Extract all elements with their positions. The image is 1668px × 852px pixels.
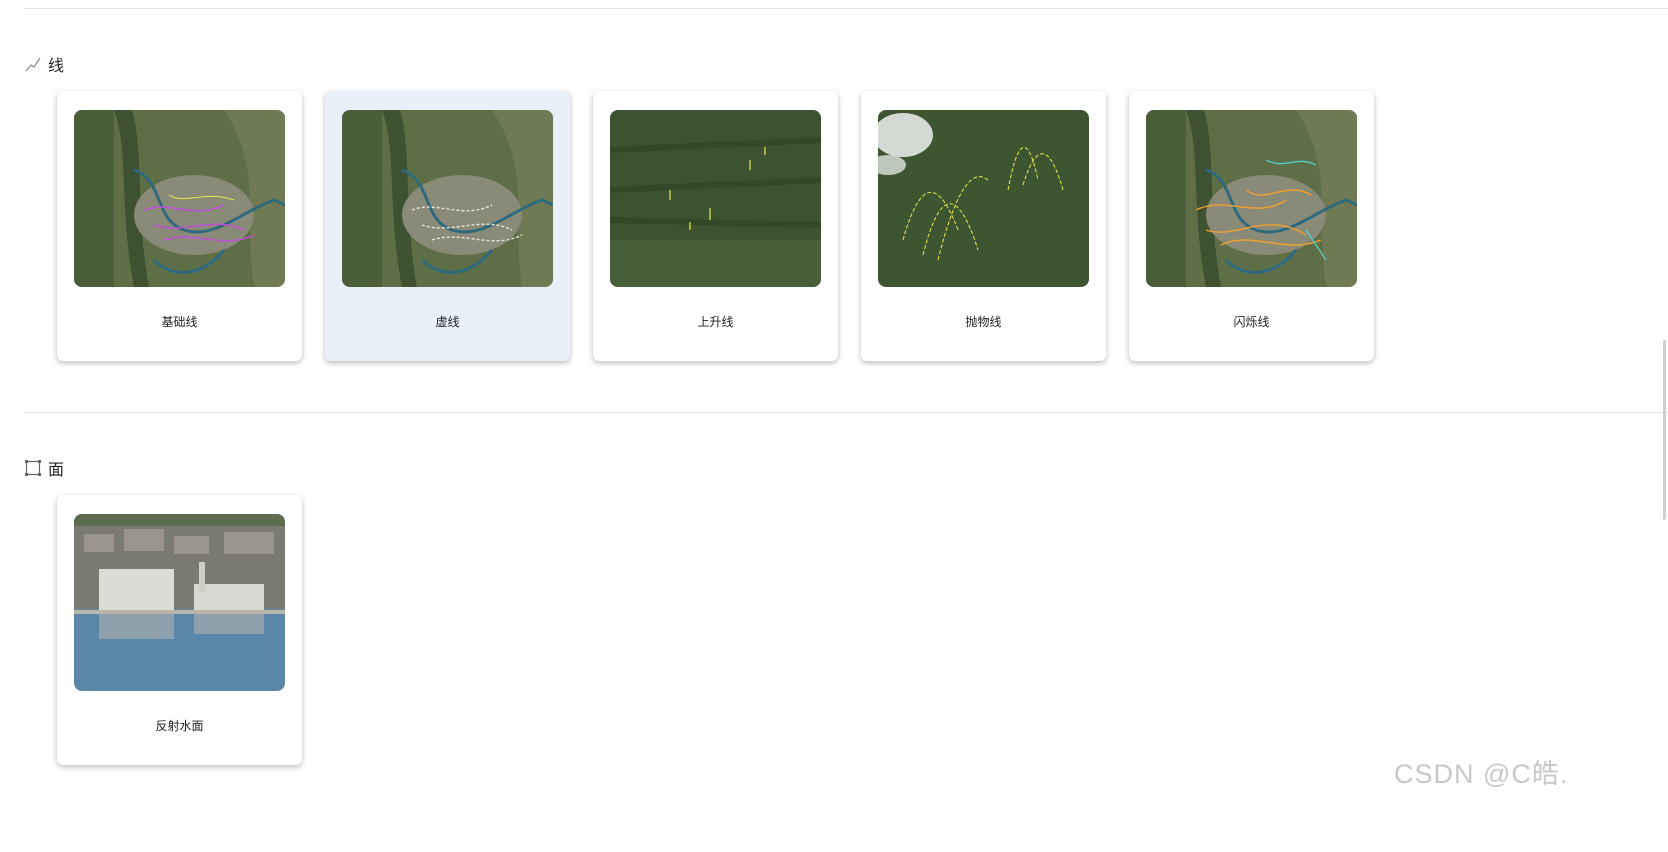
polyline-icon [25,57,41,72]
thumbnail-dashed-line [342,110,553,287]
polygon-icon [25,460,41,476]
card-flicker-line[interactable]: 闪烁线 [1129,91,1374,361]
thumbnail-rising-line [610,110,821,287]
card-caption: 抛物线 [965,315,1002,329]
card-reflective-water[interactable]: 反射水面 [57,495,302,765]
card-caption: 虚线 [435,315,460,329]
thumbnail-basic-line [74,110,285,287]
card-caption: 上升线 [697,315,734,329]
watermark: CSDN @C皓. [1394,759,1569,789]
card-caption: 闪烁线 [1233,315,1270,329]
card-basic-line[interactable]: 基础线 [57,91,302,361]
card-dashed-line[interactable]: 虚线 [325,91,570,361]
section-header-line: 线 [24,52,64,76]
card-parabola-line[interactable]: 抛物线 [861,91,1106,361]
section-header-face: 面 [24,456,64,480]
scrollbar-thumb[interactable] [1663,340,1666,520]
top-divider [24,8,1668,9]
section-title-line: 线 [48,56,65,75]
section-divider [24,412,1668,413]
card-caption: 基础线 [161,315,198,329]
card-caption: 反射水面 [155,719,204,733]
thumbnail-flicker-line [1146,110,1357,287]
thumbnail-reflective-water [74,514,285,691]
section-title-face: 面 [48,460,65,479]
card-rising-line[interactable]: 上升线 [593,91,838,361]
thumbnail-parabola-line [878,110,1089,287]
